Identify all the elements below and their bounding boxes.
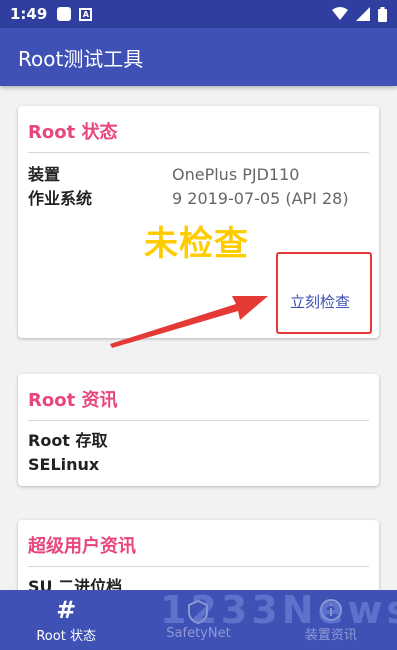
hash-icon: # bbox=[56, 595, 77, 624]
root-access-label: Root 存取 bbox=[28, 431, 108, 450]
shield-icon bbox=[188, 599, 209, 624]
selinux-label: SELinux bbox=[28, 455, 100, 474]
nav-root-status[interactable]: # Root 状态 bbox=[0, 590, 132, 650]
root-info-card: Root 资讯 Root 存取 SELinux bbox=[18, 374, 379, 486]
nav-device-info[interactable]: 装置资讯 bbox=[265, 590, 397, 650]
bottom-nav: # Root 状态 SafetyNet 装置资讯 bbox=[0, 590, 397, 650]
nav-label: 装置资讯 bbox=[304, 627, 357, 643]
nav-label: SafetyNet bbox=[166, 625, 231, 641]
info-icon bbox=[319, 598, 342, 621]
superuser-title: 超级用户资讯 bbox=[28, 536, 136, 557]
root-access-row: Root 存取 bbox=[18, 429, 379, 453]
nav-label: Root 状态 bbox=[36, 628, 96, 644]
nav-safetynet[interactable]: SafetyNet bbox=[132, 590, 264, 650]
selinux-row: SELinux bbox=[18, 453, 379, 477]
root-info-title: Root 资讯 bbox=[28, 390, 118, 411]
